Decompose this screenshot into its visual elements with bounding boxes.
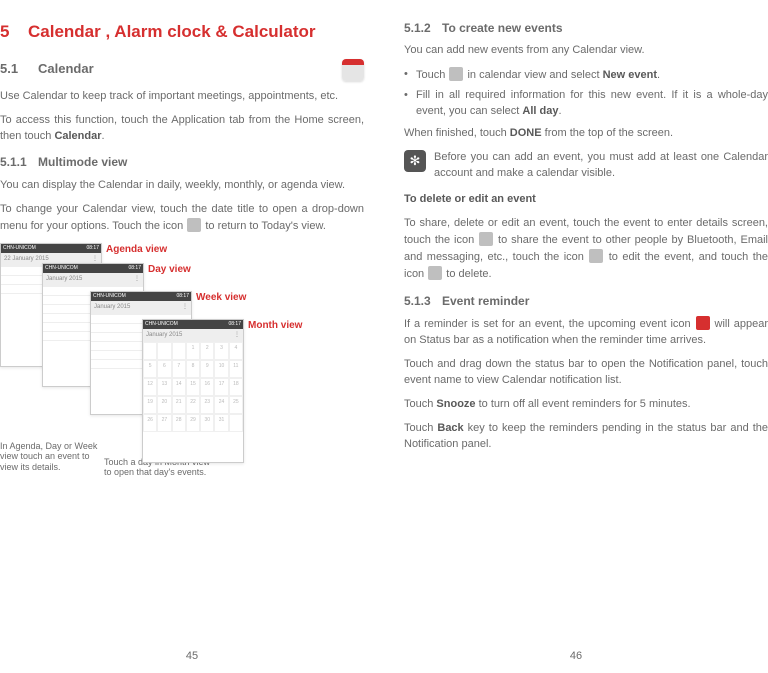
reminder-icon [696, 316, 710, 330]
subsection-title: To create new events [442, 20, 563, 37]
para: When finished, touch DONE from the top o… [404, 126, 768, 142]
chapter-heading: 5 Calendar , Alarm clock & Calculator [0, 20, 364, 45]
section-number: 5.1 [0, 60, 38, 79]
subsection-number: 5.1.2 [404, 20, 442, 37]
para: You can display the Calendar in daily, w… [0, 178, 364, 194]
delete-icon [428, 266, 442, 280]
bullet: Touch in calendar view and select New ev… [404, 67, 768, 84]
note: ✻ Before you can add an event, you must … [404, 150, 768, 182]
para: If a reminder is set for an event, the u… [404, 316, 768, 349]
para: To access this function, touch the Appli… [0, 113, 364, 145]
para: You can add new events from any Calendar… [404, 43, 768, 59]
label-agenda: Agenda view [106, 243, 167, 258]
today-icon [187, 218, 201, 232]
label-day: Day view [148, 263, 191, 278]
para: To change your Calendar view, touch the … [0, 202, 364, 235]
bullet: Fill in all required information for thi… [404, 88, 768, 120]
section-5-1-3: 5.1.3 Event reminder [404, 293, 768, 310]
label-week: Week view [196, 291, 246, 306]
bullet-list: Touch in calendar view and select New ev… [404, 67, 768, 120]
section-5-1-1: 5.1.1 Multimode view [0, 154, 364, 171]
note-text: Before you can add an event, you must ad… [434, 150, 768, 182]
page-number: 46 [384, 649, 768, 665]
footnote-agenda: In Agenda, Day or Week view touch an eve… [0, 441, 110, 473]
para: Use Calendar to keep track of important … [0, 89, 364, 105]
share-icon [479, 232, 493, 246]
subsection-number: 5.1.1 [0, 154, 38, 171]
para: Touch Snooze to turn off all event remin… [404, 397, 768, 413]
para: To share, delete or edit an event, touch… [404, 216, 768, 283]
page-46: 5.1.2 To create new events You can add n… [384, 0, 768, 673]
section-5-1-2: 5.1.2 To create new events [404, 20, 768, 37]
para: Touch and drag down the status bar to op… [404, 357, 768, 389]
section-5-1: 5.1 Calendar [0, 59, 364, 81]
label-month: Month view [248, 319, 302, 334]
subsection-title: Multimode view [38, 154, 127, 171]
subsection-title: Event reminder [442, 293, 529, 310]
page-number: 45 [0, 649, 384, 665]
calendar-view-illustration: CHN-UNICOM08:17 22 January 2015⋮ CHN-UNI… [0, 243, 364, 493]
subsection-number: 5.1.3 [404, 293, 442, 310]
note-icon: ✻ [404, 150, 426, 172]
page-45: 5 Calendar , Alarm clock & Calculator 5.… [0, 0, 384, 673]
section-title: Calendar [38, 60, 94, 79]
heading-delete-edit: To delete or edit an event [404, 192, 768, 208]
edit-icon [589, 249, 603, 263]
month-view-screenshot: CHN-UNICOM08:17 January 2015⋮ 1234 56789… [142, 319, 244, 463]
calendar-app-icon [342, 59, 364, 81]
chapter-title: Calendar , Alarm clock & Calculator [28, 20, 316, 45]
chapter-number: 5 [0, 20, 28, 45]
plus-icon [449, 67, 463, 81]
para: Touch Back key to keep the reminders pen… [404, 421, 768, 453]
spread: 5 Calendar , Alarm clock & Calculator 5.… [0, 0, 768, 673]
